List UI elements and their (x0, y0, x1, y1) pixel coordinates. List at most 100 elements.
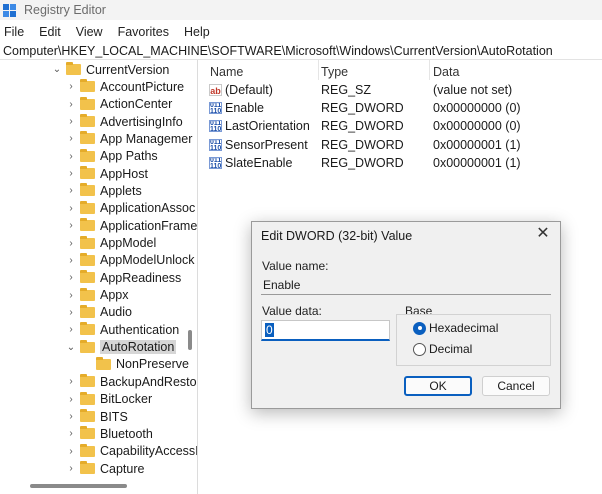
menu-help[interactable]: Help (184, 25, 210, 39)
tree-item-autorotation[interactable]: ⌄ AutoRotation (66, 339, 177, 356)
tree-item-app-paths[interactable]: › App Paths (66, 148, 158, 165)
chevron-down-icon[interactable]: ⌄ (66, 342, 76, 353)
tree-item-label: AccountPicture (100, 79, 185, 94)
table-row[interactable]: ab (Default) REG_SZ (value not set) (204, 81, 602, 99)
tree-item-audio[interactable]: › Audio (66, 304, 132, 321)
tree-item-label: Applets (100, 183, 142, 198)
tree-item-capabilityaccessi[interactable]: › CapabilityAccessI (66, 443, 197, 460)
tree-item-label: Audio (100, 305, 132, 320)
chevron-right-icon[interactable]: › (66, 238, 76, 249)
chevron-right-icon[interactable]: › (66, 81, 76, 92)
chevron-right-icon[interactable]: › (66, 272, 76, 283)
chevron-right-icon[interactable]: › (66, 151, 76, 162)
chevron-right-icon[interactable]: › (66, 463, 76, 474)
folder-icon (80, 409, 95, 422)
table-row[interactable]: 011 110 SensorPresent REG_DWORD 0x00000001 … (204, 136, 602, 154)
radio-hexadecimal[interactable]: Hexadecimal (413, 321, 498, 335)
radio-selected-icon (413, 321, 426, 335)
tree-item-label: Bluetooth (100, 426, 153, 441)
tree-item-bits[interactable]: › BITS (66, 408, 128, 425)
column-separator[interactable] (429, 60, 430, 80)
tree-item-capture[interactable]: › Capture (66, 460, 144, 477)
tree-item-actioncenter[interactable]: › ActionCenter (66, 96, 172, 113)
value-name: Enable (225, 101, 264, 116)
tree-item-label: ActionCenter (100, 97, 173, 112)
value-name-cell: 011 110 LastOrientation (209, 117, 310, 135)
tree-item-backupandresto[interactable]: › BackupAndResto (66, 373, 197, 390)
value-data-input[interactable]: 0 (261, 320, 390, 341)
tree-item-label: ApplicationFrame (100, 218, 198, 233)
menu-edit[interactable]: Edit (39, 25, 61, 39)
chevron-right-icon[interactable]: › (66, 411, 76, 422)
tree-item-appreadiness[interactable]: › AppReadiness (66, 269, 181, 286)
column-separator[interactable] (318, 60, 319, 80)
chevron-right-icon[interactable]: › (66, 185, 76, 196)
binary-value-icon: 011 110 (209, 120, 222, 133)
chevron-right-icon[interactable]: › (66, 255, 76, 266)
column-header-name[interactable]: Name (210, 63, 243, 81)
tree-item-nonpreserve[interactable]: NonPreserve (82, 356, 189, 373)
tree-item-appmodel[interactable]: › AppModel (66, 235, 156, 252)
table-row[interactable]: 011 110 LastOrientation REG_DWORD 0x0000000… (204, 117, 602, 135)
tree-item-label: AutoRotation (100, 340, 177, 355)
folder-icon (66, 62, 81, 75)
column-header-data[interactable]: Data (433, 63, 459, 81)
chevron-right-icon[interactable]: › (66, 307, 76, 318)
menu-file[interactable]: File (4, 25, 24, 39)
radio-label: Decimal (429, 342, 473, 356)
tree-item-bluetooth[interactable]: › Bluetooth (66, 425, 153, 442)
value-type-cell: REG_DWORD (321, 137, 404, 152)
chevron-right-icon[interactable]: › (66, 290, 76, 301)
tree-vertical-scrollbar[interactable] (188, 330, 192, 350)
chevron-right-icon[interactable]: › (66, 446, 76, 457)
chevron-right-icon[interactable]: › (66, 428, 76, 439)
key-tree[interactable]: ⌄ CurrentVersion › AccountPicture › ActionC… (0, 60, 198, 494)
value-name-label: Value name: (262, 259, 329, 273)
chevron-right-icon[interactable]: › (66, 99, 76, 110)
tree-item-label: Capture (100, 461, 145, 476)
ok-button[interactable]: OK (404, 376, 472, 396)
chevron-right-icon[interactable]: › (66, 133, 76, 144)
chevron-right-icon[interactable]: › (66, 324, 76, 335)
tree-item-currentversion[interactable]: ⌄ CurrentVersion (52, 61, 169, 78)
tree-item-label: BackupAndResto (100, 374, 197, 389)
chevron-right-icon[interactable]: › (66, 376, 76, 387)
tree-item-label: BitLocker (100, 392, 153, 407)
tree-item-apphost[interactable]: › AppHost (66, 165, 148, 182)
tree-horizontal-scrollbar[interactable] (30, 484, 127, 488)
tree-item-label: App Paths (100, 149, 158, 164)
cancel-button[interactable]: Cancel (482, 376, 550, 396)
tree-item-accountpicture[interactable]: › AccountPicture (66, 78, 184, 95)
table-row[interactable]: 011 110 Enable REG_DWORD 0x00000000 (0) (204, 99, 602, 117)
address-bar[interactable]: Computer\HKEY_LOCAL_MACHINE\SOFTWARE\Mic… (0, 42, 602, 60)
value-name-cell: 011 110 SensorPresent (209, 136, 308, 154)
tree-item-applicationframe[interactable]: › ApplicationFrame (66, 217, 197, 234)
chevron-right-icon[interactable]: › (66, 203, 76, 214)
chevron-down-icon[interactable]: ⌄ (52, 64, 62, 75)
chevron-right-icon[interactable]: › (66, 116, 76, 127)
tree-item-advertisinginfo[interactable]: › AdvertisingInfo (66, 113, 183, 130)
value-data-text: 0 (265, 323, 274, 337)
tree-item-applets[interactable]: › Applets (66, 182, 142, 199)
tree-item-appx[interactable]: › Appx (66, 287, 129, 304)
tree-item-authentication[interactable]: › Authentication (66, 321, 179, 338)
close-icon[interactable]: ✕ (535, 226, 551, 242)
radio-decimal[interactable]: Decimal (413, 342, 472, 356)
column-header-type[interactable]: Type (321, 63, 348, 81)
table-row[interactable]: 011 110 SlateEnable REG_DWORD 0x00000001 (1… (204, 154, 602, 172)
chevron-right-icon[interactable]: › (66, 168, 76, 179)
radio-unselected-icon (413, 342, 426, 356)
tree-item-label: AppModel (100, 236, 157, 250)
menu-view[interactable]: View (76, 25, 103, 39)
chevron-right-icon[interactable]: › (66, 220, 76, 231)
folder-icon (80, 426, 95, 440)
folder-icon (80, 339, 95, 353)
menu-favorites[interactable]: Favorites (118, 25, 169, 39)
value-name: (Default) (225, 83, 273, 97)
value-type-cell: REG_DWORD (321, 119, 404, 134)
chevron-right-icon[interactable]: › (66, 394, 76, 405)
tree-item-bitlocker[interactable]: › BitLocker (66, 391, 152, 408)
tree-item-appmodelunlock[interactable]: › AppModelUnlock (66, 252, 195, 269)
tree-item-app-managemer[interactable]: › App Managemer (66, 130, 192, 147)
tree-item-applicationassoc[interactable]: › ApplicationAssoc (66, 200, 195, 217)
